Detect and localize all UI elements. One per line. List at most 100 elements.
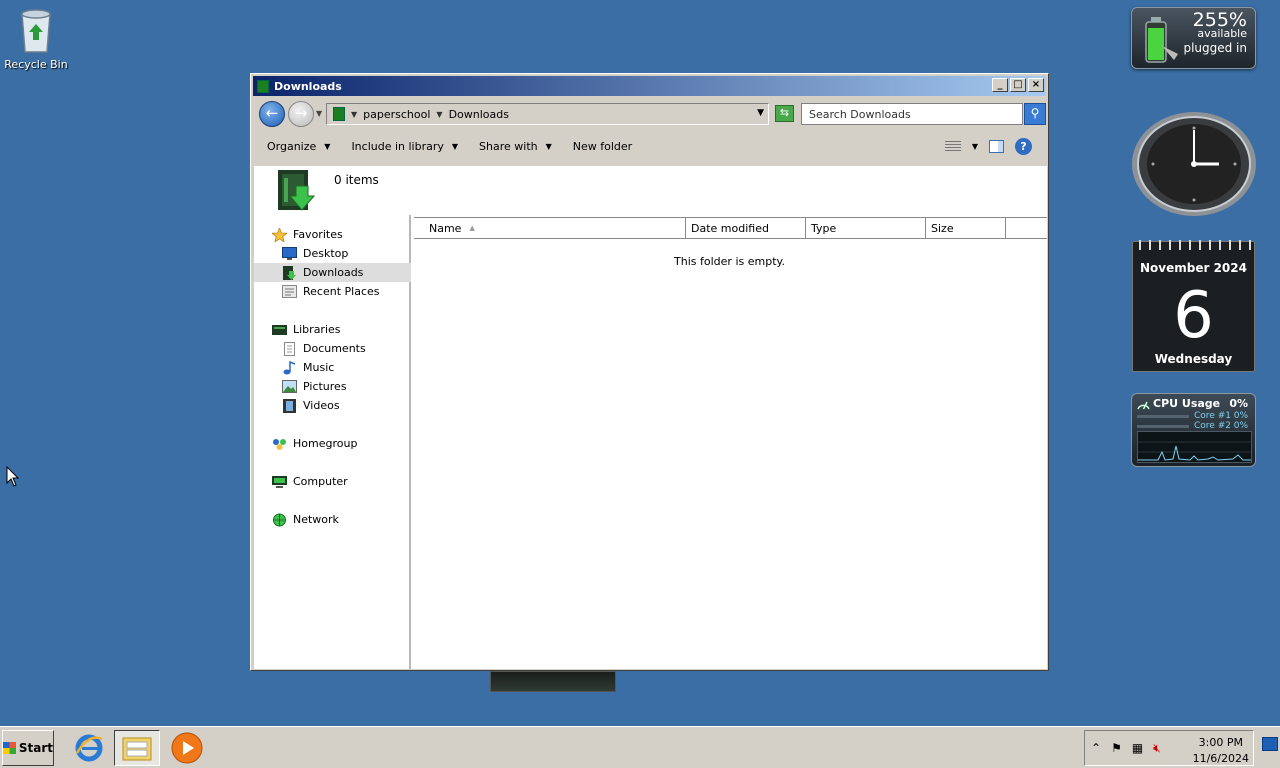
recycle-bin-label: Recycle Bin	[4, 58, 68, 71]
breadcrumb-downloads[interactable]: Downloads	[449, 108, 509, 121]
nav-item-computer[interactable]: Computer	[272, 472, 348, 491]
nav-label-music: Music	[303, 361, 335, 374]
calendar-gadget[interactable]: November 2024 6 Wednesday	[1132, 240, 1255, 372]
core1-bar	[1137, 415, 1189, 418]
column-header-name[interactable]: Name ▲	[414, 218, 686, 238]
chevron-down-icon[interactable]: ▼	[436, 110, 442, 119]
nav-label-network: Network	[293, 513, 339, 526]
downloads-folder-icon	[282, 266, 297, 280]
organize-label: Organize	[267, 140, 317, 153]
action-center-flag-icon[interactable]: ⚑	[1111, 741, 1122, 756]
clock-gadget[interactable]	[1131, 110, 1257, 218]
column-type-label: Type	[811, 221, 837, 235]
folder-icon	[122, 737, 152, 761]
column-header-type[interactable]: Type	[806, 218, 926, 238]
system-tray: ⌃ ⚑ ▦ 🔇︎ 3:00 PM 11/6/2024	[1084, 730, 1254, 766]
nav-item-homegroup[interactable]: Homegroup	[272, 434, 357, 453]
network-icon[interactable]: ▦	[1132, 741, 1143, 756]
nav-item-network[interactable]: Network	[272, 510, 339, 529]
chevron-down-icon: ▼	[451, 142, 459, 151]
desktop-icon	[282, 247, 297, 260]
minimize-button[interactable]: _	[992, 78, 1008, 92]
show-hidden-icons-icon[interactable]: ⌃	[1091, 741, 1101, 756]
nav-label-pictures: Pictures	[303, 380, 347, 393]
empty-folder-message: This folder is empty.	[674, 255, 785, 268]
volume-muted-icon[interactable]: 🔇︎	[1153, 741, 1161, 756]
address-field[interactable]: ▼ paperschool ▼ Downloads ▼	[326, 103, 769, 125]
nav-item-recent-places[interactable]: Recent Places	[282, 282, 380, 301]
close-button[interactable]: ×	[1028, 78, 1044, 92]
maximize-button[interactable]: □	[1010, 78, 1026, 92]
back-button[interactable]: ←	[259, 101, 285, 127]
details-header: 0 items	[254, 166, 1047, 215]
tray-clock[interactable]: 3:00 PM 11/6/2024	[1193, 735, 1249, 767]
recent-places-icon	[282, 285, 297, 298]
column-header-spacer	[1006, 218, 1047, 238]
breadcrumb-paperschool[interactable]: paperschool	[363, 108, 430, 121]
taskbar-media-player[interactable]	[164, 730, 210, 766]
documents-icon	[282, 342, 297, 356]
nav-item-music[interactable]: Music	[282, 358, 334, 377]
taskbar-windows-explorer[interactable]	[114, 730, 160, 766]
cpu-meter-icon	[1137, 401, 1150, 410]
media-player-icon	[171, 732, 203, 764]
nav-label-computer: Computer	[293, 475, 348, 488]
nav-item-downloads[interactable]: Downloads	[254, 263, 411, 282]
battery-gadget[interactable]: 255% available plugged in	[1131, 7, 1256, 69]
music-note-icon	[282, 360, 297, 375]
nav-item-videos[interactable]: Videos	[282, 396, 340, 415]
battery-status: available	[1197, 27, 1247, 40]
chevron-down-icon[interactable]: ▼	[351, 110, 357, 119]
recent-pages-dropdown[interactable]: ▼	[316, 109, 322, 118]
nav-item-documents[interactable]: Documents	[282, 339, 366, 358]
cpu-usage-gadget[interactable]: CPU Usage 0% Core #1 0% Core #2 0%	[1131, 393, 1256, 467]
chevron-down-icon: ▼	[545, 142, 552, 151]
chevron-down-icon: ▼	[324, 142, 331, 151]
computer-icon	[272, 475, 287, 488]
start-button[interactable]: Start	[2, 730, 54, 766]
search-input[interactable]: Search Downloads	[801, 103, 1023, 125]
address-dropdown-icon[interactable]: ▼	[757, 108, 764, 118]
downloads-library-icon	[274, 168, 318, 212]
refresh-button[interactable]: ⇆	[775, 105, 794, 122]
address-bar: ← → ▼ ▼ paperschool ▼ Downloads ▼ ⇆ Sear…	[255, 101, 1046, 127]
file-list-pane[interactable]: Name ▲ Date modified Type Size This fold…	[414, 215, 1047, 669]
column-header-size[interactable]: Size	[926, 218, 1006, 238]
core2-value: 0%	[1233, 421, 1248, 431]
explorer-content: 0 items Favorites Desktop Downloads Rece…	[254, 166, 1047, 669]
downloads-folder-icon	[257, 79, 269, 93]
share-with-label: Share with	[479, 140, 538, 153]
navigation-pane: Favorites Desktop Downloads Recent Place…	[254, 215, 411, 669]
preview-pane-icon[interactable]	[989, 140, 1004, 153]
forward-button[interactable]: →	[288, 101, 314, 127]
nav-item-pictures[interactable]: Pictures	[282, 377, 347, 396]
window-titlebar[interactable]: Downloads	[253, 76, 1046, 96]
core2-label: Core #2	[1194, 421, 1231, 431]
chevron-down-icon[interactable]: ▼	[972, 142, 978, 151]
recycle-bin-desktop-icon[interactable]: Recycle Bin	[4, 6, 68, 71]
show-desktop-button[interactable]	[1262, 737, 1278, 751]
libraries-icon	[272, 323, 287, 336]
battery-icon	[1145, 17, 1178, 63]
windows-logo-icon	[3, 742, 16, 754]
tray-date: 11/6/2024	[1192, 752, 1249, 765]
column-size-label: Size	[931, 221, 954, 235]
view-options-icon[interactable]	[944, 140, 961, 153]
nav-item-libraries[interactable]: Libraries	[272, 320, 341, 339]
column-header-date-modified[interactable]: Date modified	[686, 218, 806, 238]
explorer-window[interactable]: Downloads _ □ × ← → ▼ ▼ paperschool ▼ Do…	[250, 73, 1049, 671]
core1-label: Core #1	[1194, 411, 1231, 421]
nav-label-downloads: Downloads	[303, 266, 364, 279]
new-folder-button[interactable]: New folder	[573, 140, 632, 153]
taskbar-internet-explorer[interactable]	[66, 730, 112, 766]
organize-button[interactable]: Organize ▼	[267, 140, 330, 153]
help-icon[interactable]: ?	[1015, 138, 1032, 155]
share-with-button[interactable]: Share with ▼	[479, 140, 552, 153]
include-in-library-button[interactable]: Include in library ▼	[351, 140, 458, 153]
nav-item-desktop[interactable]: Desktop	[282, 244, 348, 263]
downloads-folder-icon	[333, 107, 345, 121]
column-name-label: Name	[429, 221, 462, 235]
search-button[interactable]: ⚲	[1024, 103, 1046, 125]
calendar-weekday: Wednesday	[1154, 352, 1233, 366]
nav-item-favorites[interactable]: Favorites	[270, 225, 343, 244]
